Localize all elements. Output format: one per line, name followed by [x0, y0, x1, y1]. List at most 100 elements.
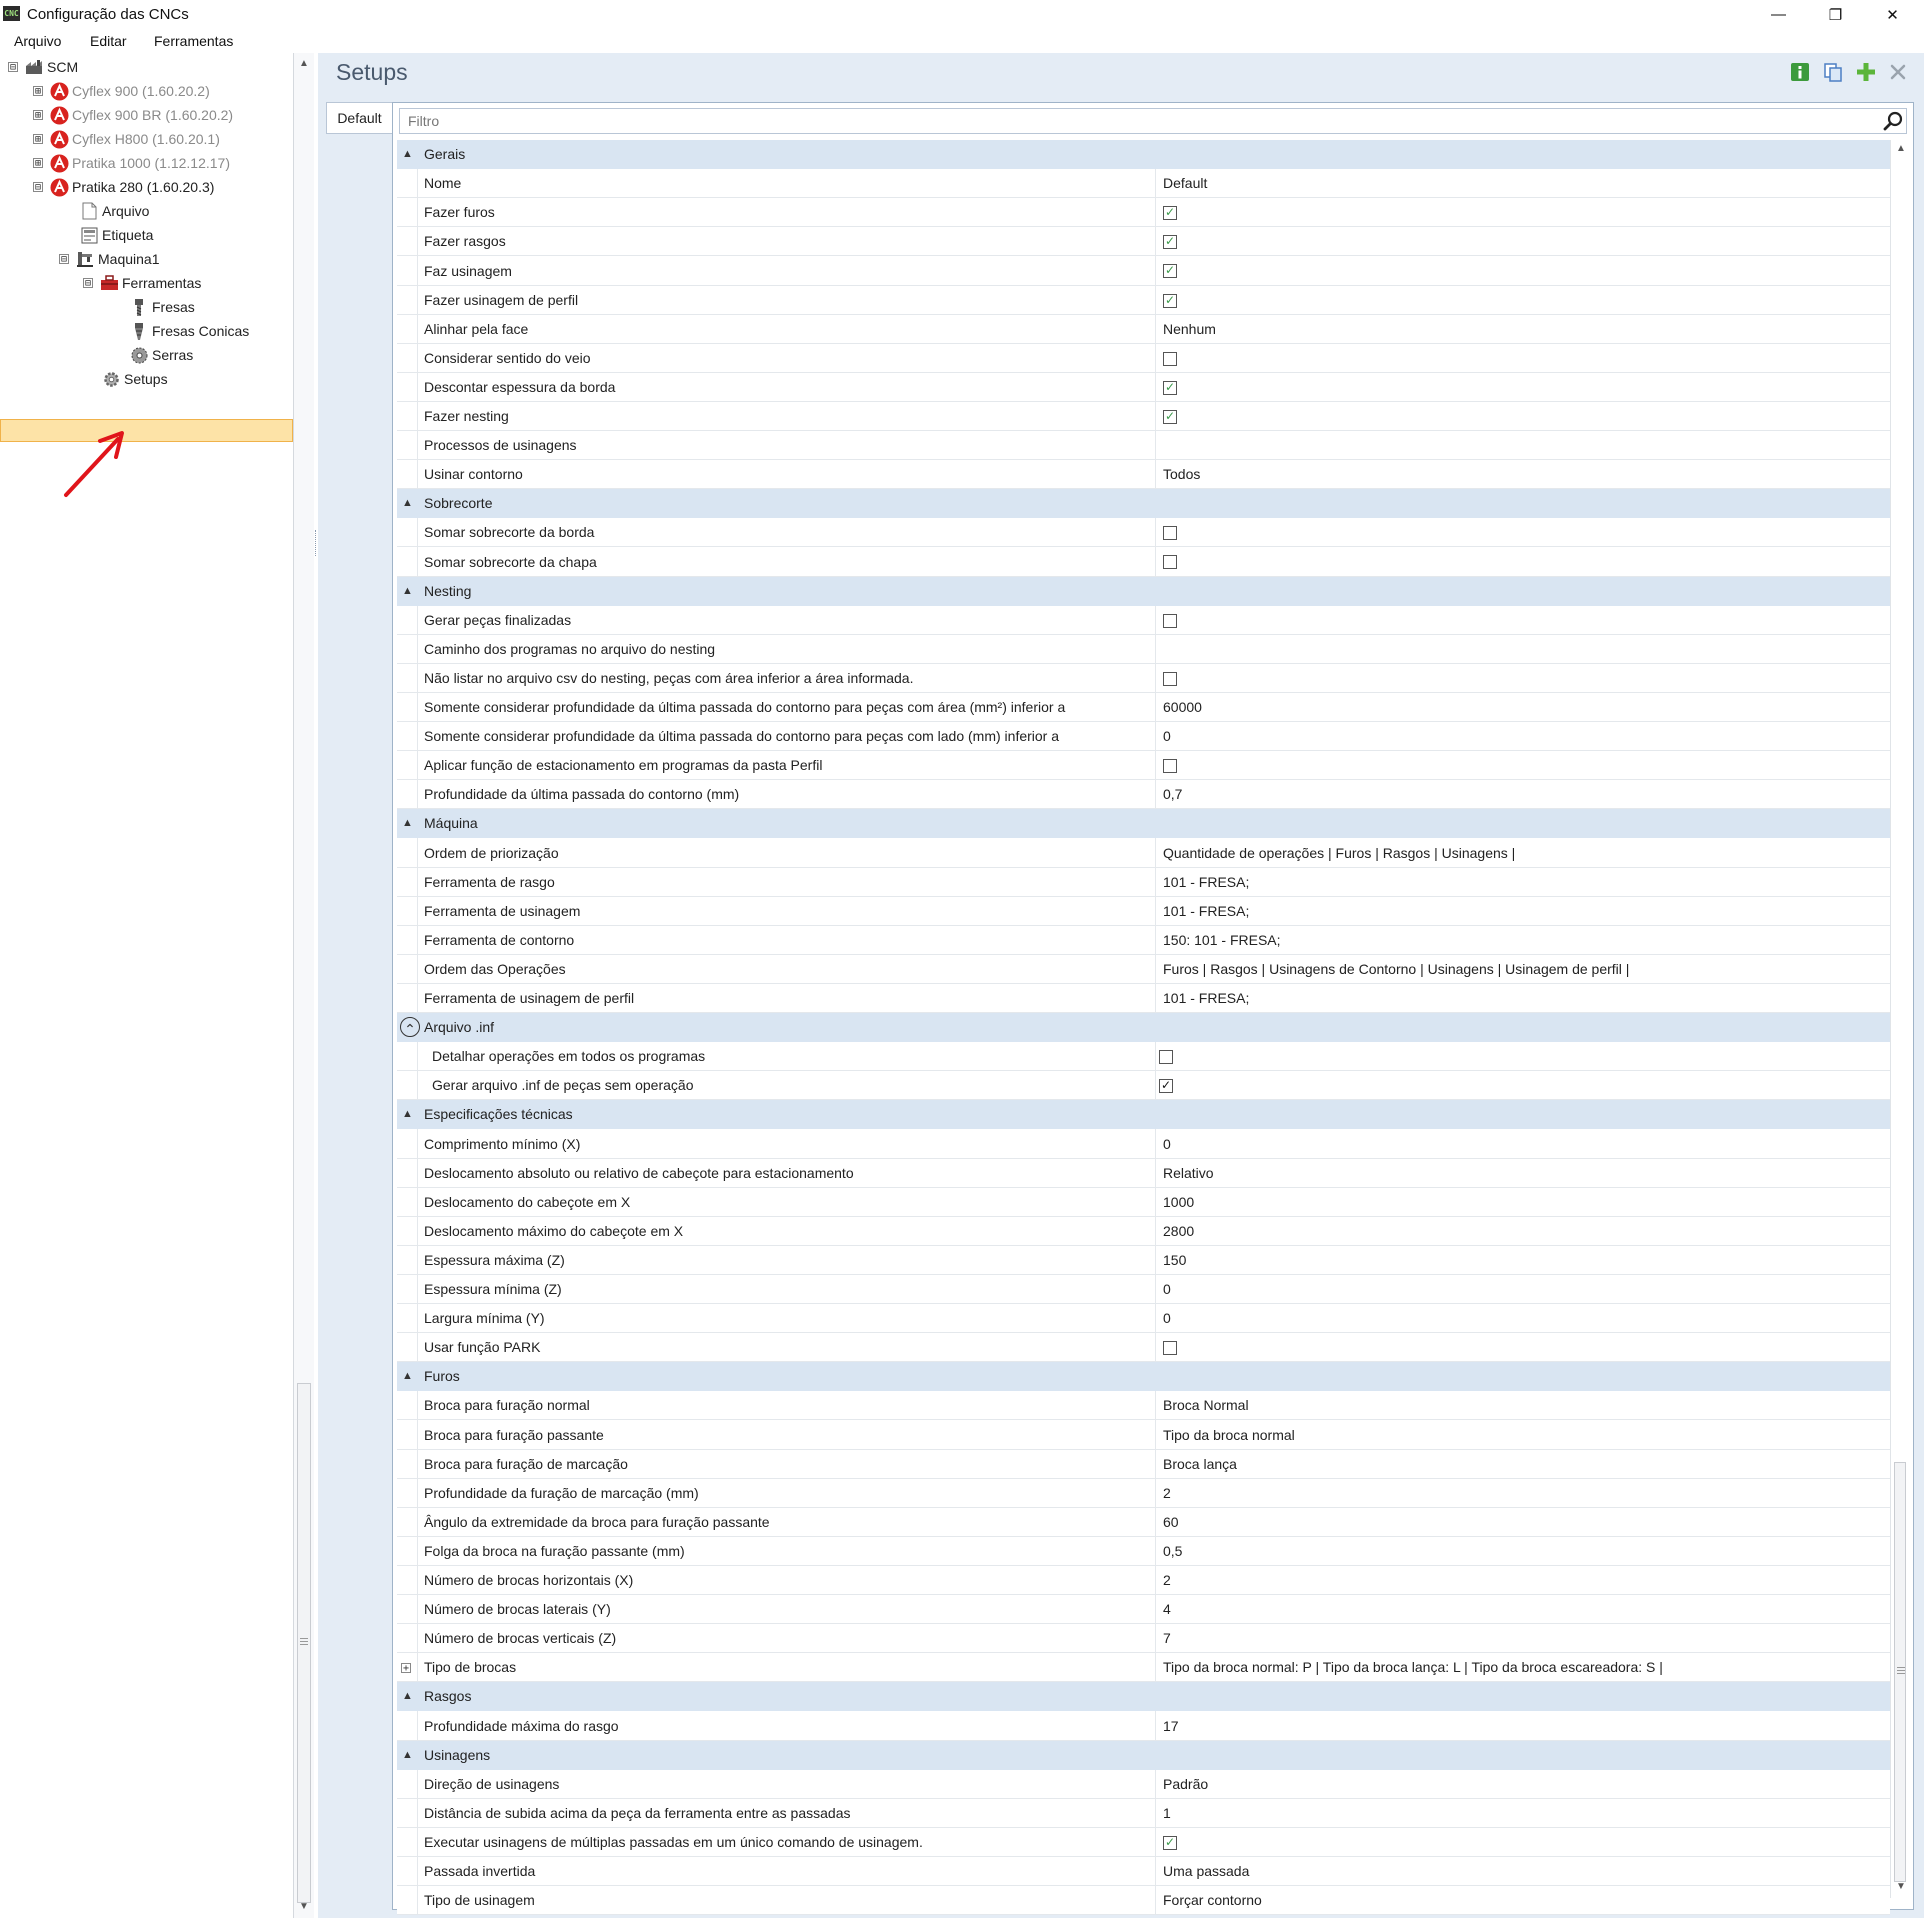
add-icon[interactable] — [1855, 61, 1877, 83]
collapse-icon[interactable]: ⊟ — [83, 278, 93, 289]
property-row[interactable]: Ferramenta de usinagem 101 - FRESA; — [397, 897, 1890, 926]
property-row[interactable]: Passada invertida Uma passada — [397, 1857, 1890, 1886]
property-row[interactable]: Gerar arquivo .inf de peças sem operação… — [397, 1071, 1890, 1100]
checkbox-checked[interactable]: ✓ — [1163, 263, 1177, 278]
property-row[interactable]: Profundidade da última passada do contor… — [397, 780, 1890, 809]
search-icon[interactable] — [1882, 110, 1904, 132]
property-row[interactable]: Somar sobrecorte da borda — [397, 518, 1890, 547]
checkbox-unchecked[interactable] — [1163, 525, 1177, 540]
menu-editar[interactable]: Editar — [90, 33, 127, 49]
expand-icon[interactable]: ⊞ — [33, 110, 43, 121]
checkbox-unchecked[interactable] — [1163, 758, 1177, 773]
property-row[interactable]: Somente considerar profundidade da últim… — [397, 693, 1890, 722]
property-row[interactable]: Folga da broca na furação passante (mm) 0… — [397, 1537, 1890, 1566]
property-row[interactable]: Número de brocas horizontais (X) 2 — [397, 1566, 1890, 1595]
checkbox-checked[interactable]: ✓ — [1163, 293, 1177, 308]
category-header[interactable]: ▲ Máquina — [397, 809, 1890, 839]
collapse-category-icon[interactable]: ▲ — [402, 577, 413, 606]
property-row[interactable]: Largura mínima (Y) 0 — [397, 1304, 1890, 1333]
property-value[interactable]: 0 — [1163, 1275, 1171, 1304]
property-row[interactable]: Número de brocas verticais (Z) 7 — [397, 1624, 1890, 1653]
property-value[interactable]: Default — [1163, 169, 1207, 198]
checkbox-unchecked[interactable] — [1163, 671, 1177, 686]
category-header[interactable]: ▲ Sobrecorte — [397, 489, 1890, 519]
delete-icon[interactable] — [1887, 61, 1909, 83]
property-value[interactable]: 17 — [1163, 1711, 1179, 1741]
property-row[interactable]: Fazer furos ✓ — [397, 198, 1890, 227]
property-row[interactable]: Somente considerar profundidade da últim… — [397, 722, 1890, 751]
tree-item[interactable]: ⊞ Cyflex 900 BR (1.60.20.2) — [33, 103, 233, 127]
property-row[interactable]: Fazer rasgos ✓ — [397, 227, 1890, 256]
property-row[interactable]: Ângulo da extremidade da broca para fura… — [397, 1508, 1890, 1537]
tree-item[interactable]: Serras — [129, 343, 193, 367]
collapse-category-icon[interactable]: ▲ — [402, 809, 413, 838]
property-value[interactable]: 150: 101 - FRESA; — [1163, 926, 1281, 955]
menu-ferramentas[interactable]: Ferramentas — [154, 33, 233, 49]
property-value[interactable]: 150 — [1163, 1246, 1186, 1275]
checkbox-checked[interactable]: ✓ — [1159, 1078, 1173, 1093]
property-row[interactable]: Ferramenta de contorno 150: 101 - FRESA; — [397, 926, 1890, 955]
checkbox-unchecked[interactable] — [1159, 1049, 1173, 1064]
property-row[interactable]: Detalhar operações em todos os programas — [397, 1042, 1890, 1071]
property-value[interactable]: Furos | Rasgos | Usinagens de Contorno |… — [1163, 955, 1629, 984]
collapse-icon[interactable]: ⊟ — [33, 182, 43, 193]
property-row[interactable]: Nome Default — [397, 169, 1890, 198]
expand-icon[interactable]: ⊞ — [33, 158, 43, 169]
checkbox-unchecked[interactable] — [1163, 1340, 1177, 1355]
collapse-category-icon[interactable]: ▲ — [402, 489, 413, 518]
property-row[interactable]: Profundidade da furação de marcação (mm)… — [397, 1479, 1890, 1508]
property-row[interactable]: Aplicar função de estacionamento em prog… — [397, 751, 1890, 780]
category-header[interactable]: ▲ Usinagens — [397, 1741, 1890, 1771]
property-row[interactable]: Broca para furação passante Tipo da broca… — [397, 1420, 1890, 1450]
collapse-icon[interactable]: ⊟ — [8, 62, 18, 73]
tree-item[interactable]: ⊟ Pratika 280 (1.60.20.3) — [33, 175, 214, 199]
checkbox-checked[interactable]: ✓ — [1163, 380, 1177, 395]
tree-item[interactable]: Fresas — [129, 295, 195, 319]
checkbox-checked[interactable]: ✓ — [1163, 205, 1177, 220]
property-row[interactable]: Comprimento mínimo (X) 0 — [397, 1129, 1890, 1159]
property-value[interactable]: Tipo da broca normal — [1163, 1420, 1295, 1450]
expand-icon[interactable]: ⊞ — [33, 134, 43, 145]
restore-button[interactable]: ❐ — [1807, 0, 1864, 29]
checkbox-unchecked[interactable] — [1163, 351, 1177, 366]
property-row[interactable]: Profundidade máxima do rasgo 17 — [397, 1711, 1890, 1741]
property-row[interactable]: Deslocamento absoluto ou relativo de cab… — [397, 1159, 1890, 1188]
property-value[interactable]: 2 — [1163, 1566, 1171, 1595]
collapse-category-icon[interactable]: ▲ — [402, 1682, 413, 1711]
copy-icon[interactable] — [1822, 61, 1844, 83]
property-row[interactable]: Ordem das Operações Furos | Rasgos | Usin… — [397, 955, 1890, 984]
tree-scrollbar[interactable]: ▲ ▼ — [293, 53, 314, 1918]
property-row[interactable]: Considerar sentido do veio — [397, 344, 1890, 373]
tree-item[interactable]: ⊟ Maquina1 — [59, 247, 160, 271]
property-row[interactable]: Somar sobrecorte da chapa — [397, 547, 1890, 577]
tree-item[interactable]: Etiqueta — [79, 223, 153, 247]
property-row[interactable]: Ferramenta de rasgo 101 - FRESA; — [397, 868, 1890, 897]
property-row[interactable]: Usar função PARK — [397, 1333, 1890, 1362]
property-value[interactable]: Tipo da broca normal: P | Tipo da broca … — [1163, 1653, 1663, 1682]
property-value[interactable]: 0 — [1163, 1129, 1171, 1159]
tree-item[interactable]: ⊟ SCM — [8, 55, 78, 79]
checkbox-checked[interactable]: ✓ — [1163, 409, 1177, 424]
property-row[interactable]: Número de brocas laterais (Y) 4 — [397, 1595, 1890, 1624]
property-value[interactable]: Forçar contorno — [1163, 1886, 1262, 1915]
checkbox-unchecked[interactable] — [1163, 613, 1177, 628]
info-icon[interactable] — [1789, 61, 1811, 83]
tree-item[interactable]: Setups — [101, 367, 168, 391]
collapse-category-icon[interactable]: ▲ — [402, 1741, 413, 1770]
property-value[interactable]: 0,5 — [1163, 1537, 1182, 1566]
property-row[interactable]: Descontar espessura da borda ✓ — [397, 373, 1890, 402]
property-value[interactable]: 1 — [1163, 1799, 1171, 1828]
property-value[interactable]: Quantidade de operações | Furos | Rasgos… — [1163, 838, 1515, 868]
property-row[interactable]: Executar usinagens de múltiplas passadas… — [397, 1828, 1890, 1857]
property-row[interactable]: Ferramenta de usinagem de perfil 101 - FR… — [397, 984, 1890, 1013]
filter-input[interactable] — [399, 108, 1907, 134]
tree-item[interactable]: ⊞ Cyflex 900 (1.60.20.2) — [33, 79, 210, 103]
grid-scroll-thumb[interactable] — [1894, 1462, 1906, 1882]
property-value[interactable]: Uma passada — [1163, 1857, 1249, 1886]
property-grid-scrollbar[interactable]: ▲ ▼ — [1890, 140, 1909, 1898]
grid-scroll-down-icon[interactable]: ▼ — [1891, 1878, 1911, 1896]
property-row[interactable]: + Tipo de brocas Tipo da broca normal: P |… — [397, 1653, 1890, 1682]
property-row[interactable]: Caminho dos programas no arquivo do nest… — [397, 635, 1890, 664]
collapse-category-icon[interactable]: ▲ — [402, 1100, 413, 1129]
property-value[interactable]: 0 — [1163, 1304, 1171, 1333]
